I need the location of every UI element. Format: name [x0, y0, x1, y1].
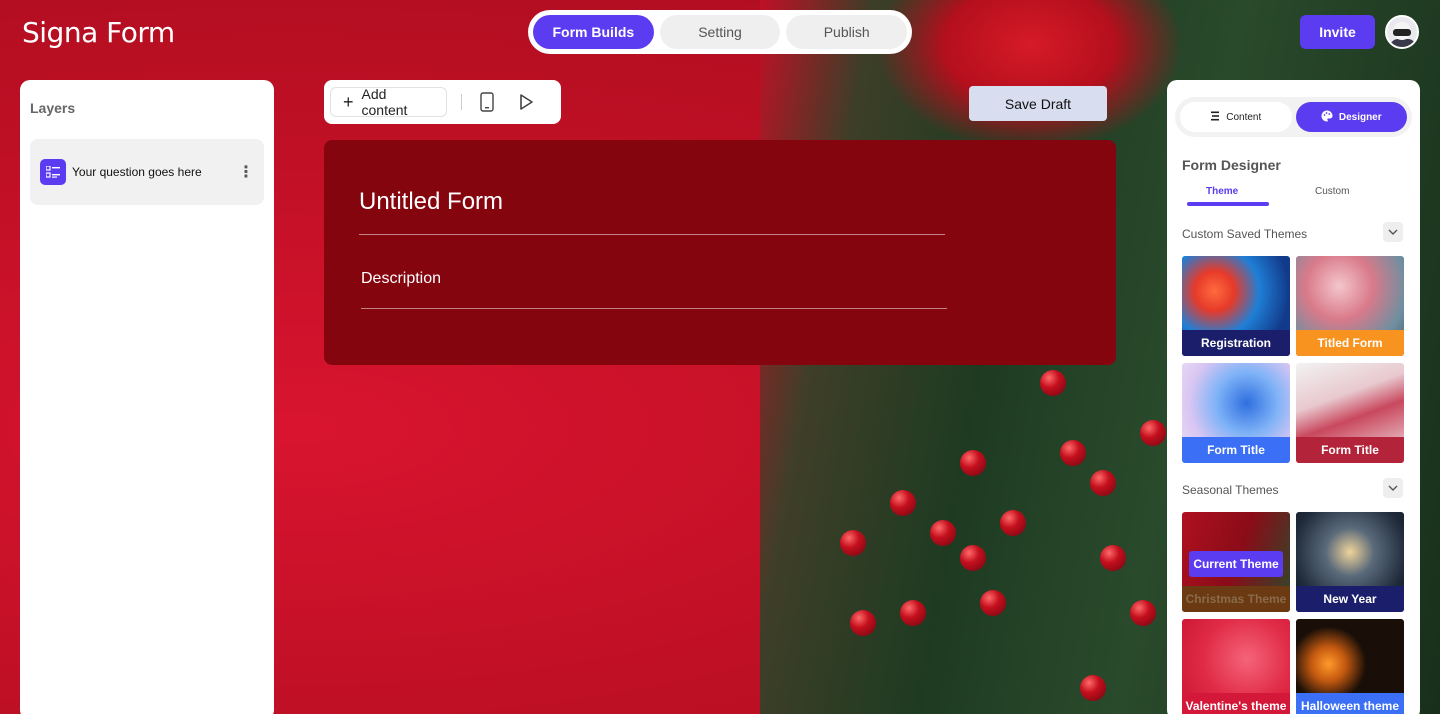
app-logo[interactable]: Signa Form: [22, 16, 175, 49]
theme-label: Titled Form: [1296, 330, 1404, 356]
form-title-input[interactable]: Untitled Form: [359, 188, 503, 216]
content-icon: [1210, 111, 1220, 124]
layer-item[interactable]: Your question goes here ⋮: [30, 139, 264, 205]
layers-panel: Layers Your question goes here ⋮: [20, 80, 274, 714]
theme-label: Halloween theme: [1296, 693, 1404, 714]
panel-mode-toggle: Content Designer: [1175, 97, 1412, 137]
layer-item-label: Your question goes here: [72, 165, 202, 179]
theme-label: Valentine's theme: [1182, 693, 1290, 714]
custom-saved-themes-title: Custom Saved Themes: [1182, 227, 1308, 241]
tab-theme[interactable]: Theme: [1206, 186, 1238, 197]
invite-button[interactable]: Invite: [1300, 15, 1375, 49]
form-designer-title: Form Designer: [1182, 157, 1281, 173]
tab-setting[interactable]: Setting: [659, 15, 781, 49]
background-bow: [880, 0, 1180, 150]
plus-icon: +: [343, 92, 354, 112]
layers-title: Layers: [30, 100, 76, 116]
designer-panel: Content Designer Form Designer Theme Cus…: [1167, 80, 1420, 714]
designer-mode-button[interactable]: Designer: [1295, 102, 1407, 132]
content-mode-label: Content: [1226, 111, 1262, 123]
tab-publish[interactable]: Publish: [786, 15, 908, 49]
form-card: Untitled Form Description: [324, 140, 1116, 365]
tab-custom[interactable]: Custom: [1315, 186, 1349, 197]
description-underline: [361, 308, 947, 309]
current-theme-badge: Current Theme: [1189, 551, 1283, 577]
chevron-down-icon[interactable]: [1383, 478, 1403, 498]
list-icon: [40, 159, 66, 185]
theme-label: Form Title: [1296, 437, 1404, 463]
theme-label: New Year: [1296, 586, 1404, 612]
theme-label: Christmas Theme: [1182, 586, 1290, 612]
theme-card-christmas[interactable]: Current Theme Christmas Theme: [1182, 512, 1290, 612]
add-content-button[interactable]: + Add content: [330, 86, 448, 118]
tab-theme-indicator: [1187, 202, 1269, 206]
editor-toolbar: + Add content: [324, 80, 561, 124]
theme-label: Form Title: [1182, 437, 1290, 463]
mobile-preview-icon[interactable]: [476, 91, 497, 113]
content-mode-button[interactable]: Content: [1180, 102, 1292, 132]
palette-icon: [1321, 110, 1333, 125]
tab-form-builds[interactable]: Form Builds: [533, 15, 654, 49]
avatar[interactable]: [1385, 15, 1419, 49]
play-icon[interactable]: [516, 91, 537, 113]
theme-card-new-year[interactable]: New Year: [1296, 512, 1404, 612]
toolbar-divider: [461, 94, 463, 110]
theme-label: Registration: [1182, 330, 1290, 356]
theme-card-halloween[interactable]: Halloween theme: [1296, 619, 1404, 714]
save-draft-button[interactable]: Save Draft: [969, 86, 1107, 121]
title-underline: [359, 234, 945, 235]
theme-card-titled-form[interactable]: Titled Form: [1296, 256, 1404, 356]
chevron-down-icon[interactable]: [1383, 222, 1403, 242]
designer-mode-label: Designer: [1338, 111, 1382, 123]
kebab-menu-icon[interactable]: ⋮: [238, 162, 254, 182]
theme-card-form-title-blue[interactable]: Form Title: [1182, 363, 1290, 463]
theme-card-registration[interactable]: Registration: [1182, 256, 1290, 356]
top-tabs: Form Builds Setting Publish: [528, 10, 912, 54]
form-description-input[interactable]: Description: [361, 270, 441, 288]
theme-card-valentines[interactable]: Valentine's theme: [1182, 619, 1290, 714]
add-content-label: Add content: [361, 86, 408, 118]
theme-card-form-title-red[interactable]: Form Title: [1296, 363, 1404, 463]
seasonal-themes-title: Seasonal Themes: [1182, 483, 1279, 497]
